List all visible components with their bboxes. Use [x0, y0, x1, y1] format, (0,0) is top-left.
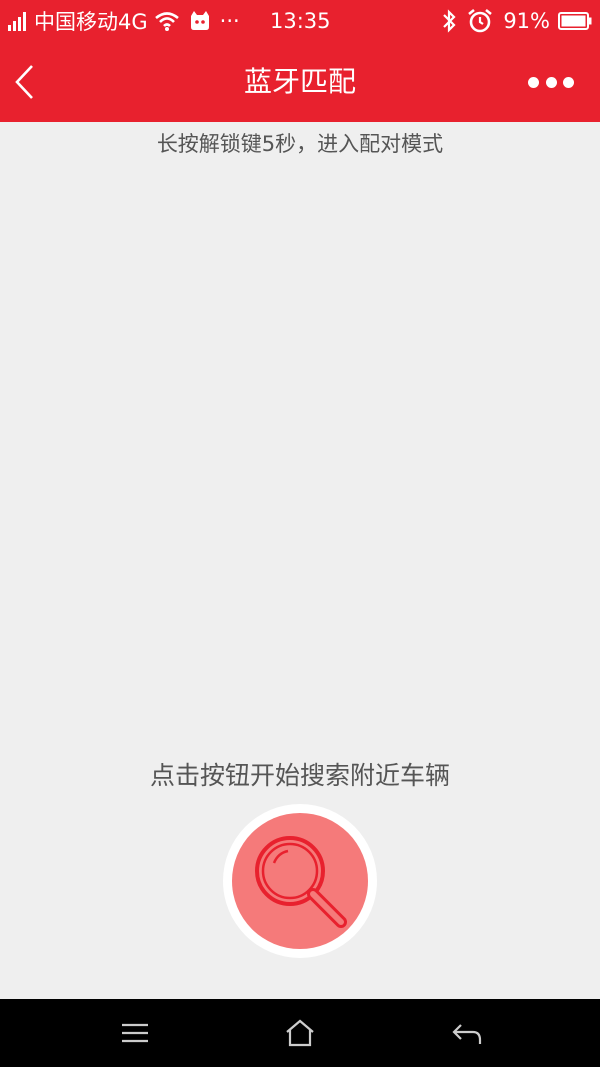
wifi-icon	[154, 12, 179, 31]
search-hint: 点击按钮开始搜索附近车辆	[149, 761, 450, 790]
more-button[interactable]	[528, 72, 574, 92]
magnifier-icon	[255, 836, 347, 928]
back-arrow-icon	[452, 1024, 482, 1044]
search-button[interactable]	[223, 804, 377, 958]
bluetooth-icon	[443, 9, 456, 33]
signal-icon	[8, 11, 28, 31]
home-button[interactable]	[270, 1013, 330, 1053]
menu-button[interactable]	[105, 1013, 165, 1053]
pairing-instruction: 长按解锁键5秒，进入配对模式	[156, 132, 444, 156]
chevron-left-icon	[15, 65, 33, 99]
nav-bar: 蓝牙匹配	[0, 42, 600, 122]
system-nav-bar	[0, 999, 600, 1067]
page-title: 蓝牙匹配	[243, 65, 356, 98]
more-dots-icon	[528, 76, 574, 88]
menu-icon	[122, 1023, 148, 1043]
alarm-icon	[468, 8, 493, 33]
notification-cat-icon	[190, 11, 209, 30]
system-back-button[interactable]	[437, 1013, 497, 1053]
home-icon	[286, 1019, 314, 1047]
battery-icon	[558, 12, 592, 30]
status-right: 91%	[441, 8, 592, 34]
more-notifications: ···	[219, 9, 240, 33]
battery-percent: 91%	[503, 9, 550, 33]
back-button[interactable]	[8, 60, 48, 104]
status-left: 中国移动4G ···	[8, 8, 240, 34]
status-bar: 中国移动4G ··· 13:35 91%	[0, 0, 600, 42]
carrier-label: 中国移动4G	[34, 10, 148, 34]
clock: 13:35	[270, 9, 331, 33]
search-button-fill	[232, 813, 368, 949]
